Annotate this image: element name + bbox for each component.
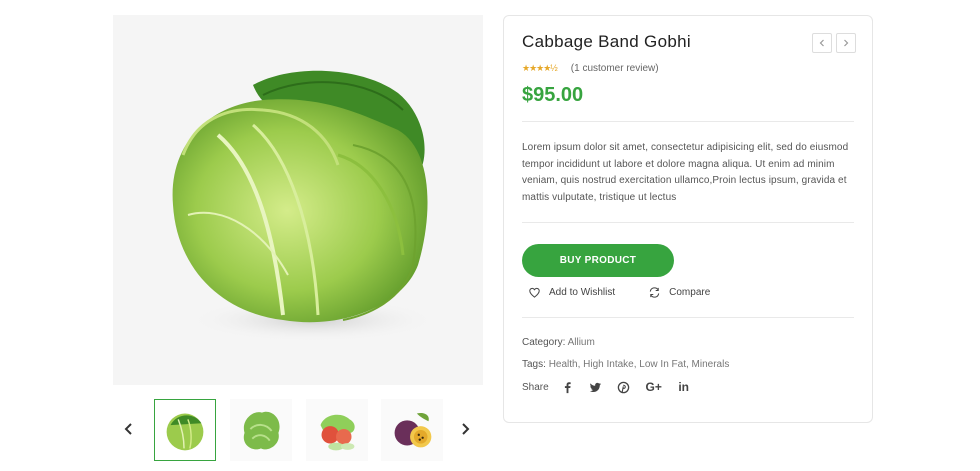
thumbnail-prev-arrow-icon[interactable] xyxy=(115,415,143,443)
thumbnail-next-arrow-icon[interactable] xyxy=(451,415,479,443)
tags-links[interactable]: Health, High Intake, Low In Fat, Mineral… xyxy=(549,359,730,370)
thumbnail-salad-vegetables[interactable] xyxy=(306,399,368,461)
thumbnail-cabbage[interactable] xyxy=(154,399,216,461)
facebook-icon[interactable] xyxy=(561,380,575,394)
product-actions: Add to Wishlist Compare xyxy=(522,286,854,299)
buy-product-button[interactable]: BUY PRODUCT xyxy=(522,244,674,277)
compare-label: Compare xyxy=(669,287,711,298)
category-link[interactable]: Allium xyxy=(568,337,595,348)
linkedin-icon[interactable]: in xyxy=(677,380,691,394)
divider xyxy=(522,121,854,122)
share-row: Share G+ in xyxy=(522,380,854,394)
product-info-panel: Cabbage Band Gobhi ★★★★½ (1 customer rev… xyxy=(503,15,873,423)
product-title: Cabbage Band Gobhi xyxy=(522,32,691,51)
tags-label: Tags: xyxy=(522,359,546,370)
divider xyxy=(522,317,854,318)
divider xyxy=(522,222,854,223)
thumbnail-carousel xyxy=(113,399,483,461)
prev-product-button[interactable] xyxy=(812,33,832,53)
chevron-left-icon xyxy=(819,39,824,47)
product-description: Lorem ipsum dolor sit amet, consectetur … xyxy=(522,142,849,203)
add-to-wishlist-button[interactable]: Add to Wishlist xyxy=(528,286,615,299)
twitter-icon[interactable] xyxy=(589,380,603,394)
rating-stars: ★★★★½ xyxy=(522,63,558,73)
main-product-image xyxy=(113,15,483,385)
compare-button[interactable]: Compare xyxy=(648,286,710,299)
google-plus-icon[interactable]: G+ xyxy=(645,380,663,394)
pinterest-icon[interactable] xyxy=(617,380,631,394)
wishlist-label: Add to Wishlist xyxy=(549,287,616,298)
product-price: $95.00 xyxy=(522,84,584,106)
tags-row: Tags: Health, High Intake, Low In Fat, M… xyxy=(522,359,854,370)
heart-icon xyxy=(529,287,540,298)
thumbnail-passion-fruit[interactable] xyxy=(381,399,443,461)
product-nav xyxy=(812,33,856,53)
rating-row: ★★★★½ (1 customer review) xyxy=(522,63,854,74)
refresh-compare-icon xyxy=(649,287,660,298)
share-label: Share xyxy=(522,381,549,393)
category-row: Category: Allium xyxy=(522,337,854,348)
next-product-button[interactable] xyxy=(836,33,856,53)
product-meta: Category: Allium Tags: Health, High Inta… xyxy=(522,337,854,370)
category-label: Category: xyxy=(522,337,566,348)
review-count-link[interactable]: (1 customer review) xyxy=(571,63,659,74)
thumbnail-lettuce[interactable] xyxy=(230,399,292,461)
chevron-right-icon xyxy=(844,39,849,47)
